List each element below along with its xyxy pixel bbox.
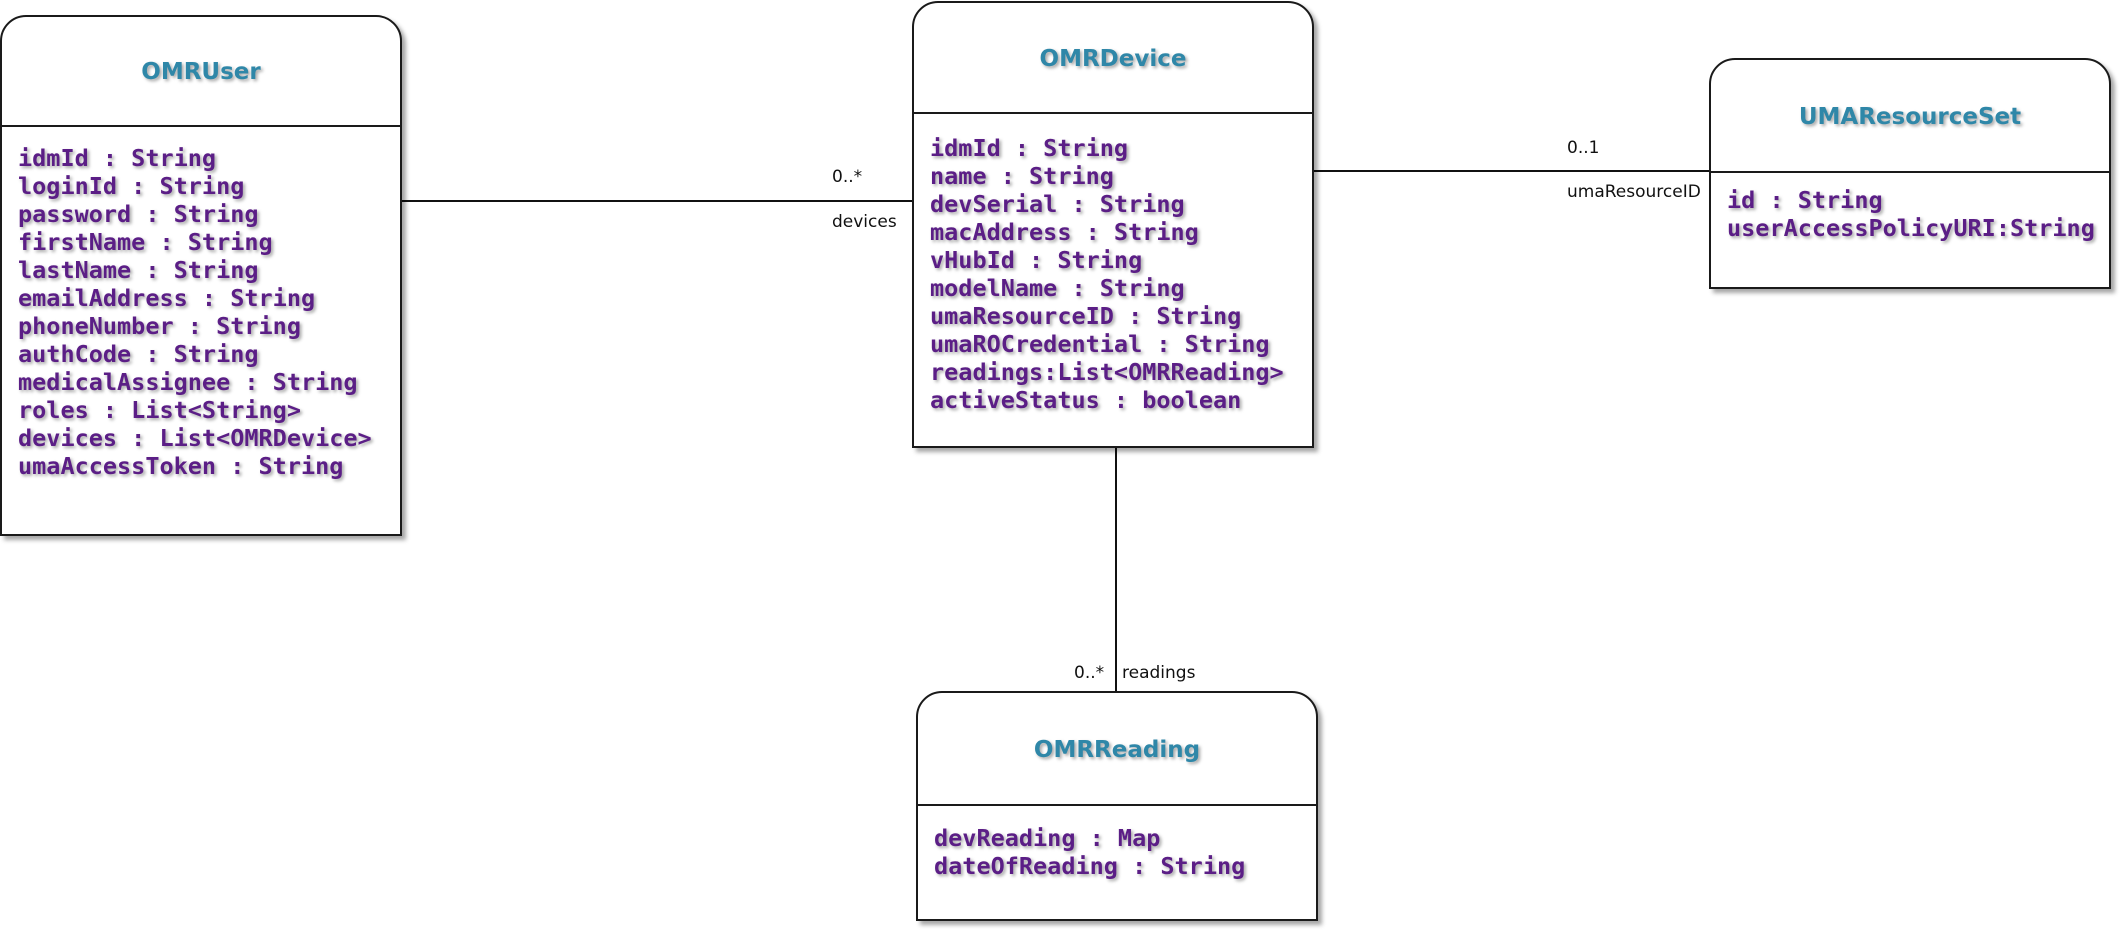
attribute: devReading : Map <box>934 824 1161 852</box>
attribute-list: id : String userAccessPolicyURI:String <box>1727 186 2109 242</box>
attribute-list: idmId : String name : String devSerial :… <box>930 134 1312 414</box>
attribute: devices : List<OMRDevice> <box>18 424 372 452</box>
role-label: umaResourceID <box>1567 182 1701 202</box>
attribute: activeStatus : boolean <box>930 386 1242 414</box>
class-divider <box>2 125 400 127</box>
attribute: name : String <box>930 162 1114 190</box>
role-label: devices <box>832 212 897 232</box>
class-omrdevice[interactable]: OMRDevice idmId : String name : String d… <box>912 1 1314 448</box>
attribute: umaAccessToken : String <box>18 452 344 480</box>
attribute: idmId : String <box>18 144 217 172</box>
class-name: OMRReading <box>1033 736 1201 763</box>
multiplicity-label: 0..1 <box>1567 138 1600 158</box>
attribute: password : String <box>18 200 259 228</box>
attribute: lastName : String <box>18 256 259 284</box>
attribute: devSerial : String <box>930 190 1185 218</box>
attribute: readings:List<OMRReading> <box>930 358 1284 386</box>
attribute: umaResourceID : String <box>930 302 1242 330</box>
attribute: dateOfReading : String <box>934 852 1246 880</box>
attribute: firstName : String <box>18 228 273 256</box>
class-name: OMRUser <box>141 59 261 85</box>
attribute-list: idmId : String loginId : String password… <box>18 144 400 480</box>
class-umaresourceset[interactable]: UMAResourceSet id : String userAccessPol… <box>1709 58 2111 289</box>
multiplicity-label: 0..* <box>832 167 863 187</box>
role-label: readings <box>1122 663 1196 683</box>
class-name: OMRDevice <box>1039 45 1187 72</box>
attribute: medicalAssignee : String <box>18 368 358 396</box>
attribute: umaROCredential : String <box>930 330 1270 358</box>
class-omruser[interactable]: OMRUser idmId : String loginId : String … <box>0 15 402 536</box>
attribute: idmId : String <box>930 134 1129 162</box>
class-divider <box>1711 171 2109 173</box>
attribute: authCode : String <box>18 340 259 368</box>
attribute: macAddress : String <box>930 218 1199 246</box>
attribute: roles : List<String> <box>18 396 301 424</box>
class-omrreading[interactable]: OMRReading devReading : Map dateOfReadin… <box>916 691 1318 921</box>
attribute: phoneNumber : String <box>18 312 301 340</box>
multiplicity-label: 0..* <box>1074 663 1105 683</box>
class-name: UMAResourceSet <box>1798 103 2022 130</box>
attribute: id : String <box>1727 186 1883 214</box>
attribute: modelName : String <box>930 274 1185 302</box>
attribute: emailAddress : String <box>18 284 316 312</box>
class-divider <box>914 112 1312 114</box>
attribute: loginId : String <box>18 172 245 200</box>
class-divider <box>918 804 1316 806</box>
attribute: vHubId : String <box>930 246 1143 274</box>
attribute-list: devReading : Map dateOfReading : String <box>934 824 1316 880</box>
attribute: userAccessPolicyURI:String <box>1727 214 2095 242</box>
